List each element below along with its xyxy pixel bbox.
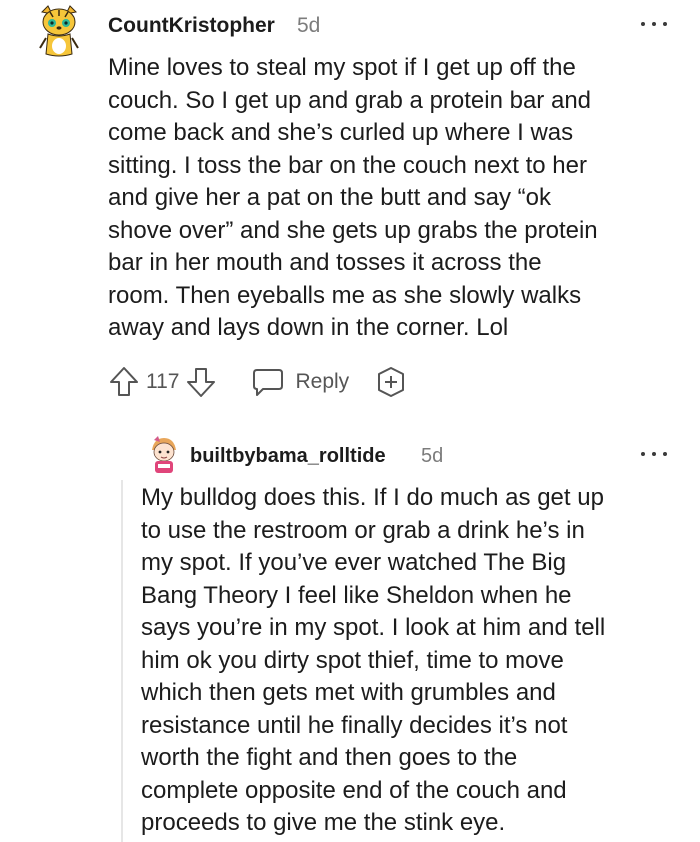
comment-username[interactable]: builtbybama_rolltide (190, 445, 386, 468)
plus-award-icon[interactable] (375, 366, 407, 398)
pink-character-avatar-icon[interactable] (146, 436, 182, 476)
comment-timestamp: 5d (297, 14, 321, 37)
comment-username[interactable]: CountKristopher (108, 14, 275, 38)
reply-label: Reply (295, 370, 350, 393)
more-options-icon[interactable] (641, 19, 667, 29)
comment-countkristopher: CountKristopher 5d Mine loves to steal m… (0, 0, 700, 420)
downvote-arrow-icon[interactable] (185, 365, 217, 399)
comment-body: My bulldog does this. If I do much as ge… (141, 484, 606, 836)
comment-body: Mine loves to steal my spot if I get up … (108, 54, 598, 341)
comment-timestamp: 5d (421, 445, 444, 467)
upvote-arrow-icon[interactable] (108, 365, 140, 399)
speech-bubble-icon (253, 369, 284, 396)
comment-actions: 117 Reply (108, 365, 407, 399)
more-options-icon[interactable] (641, 449, 667, 459)
vote-count: 117 (146, 370, 180, 393)
comment-builtbybama-rolltide: builtbybama_rolltide 5d My bulldog does … (0, 430, 700, 842)
tiger-avatar-icon[interactable] (36, 4, 82, 60)
reply-button[interactable]: Reply (251, 366, 349, 398)
